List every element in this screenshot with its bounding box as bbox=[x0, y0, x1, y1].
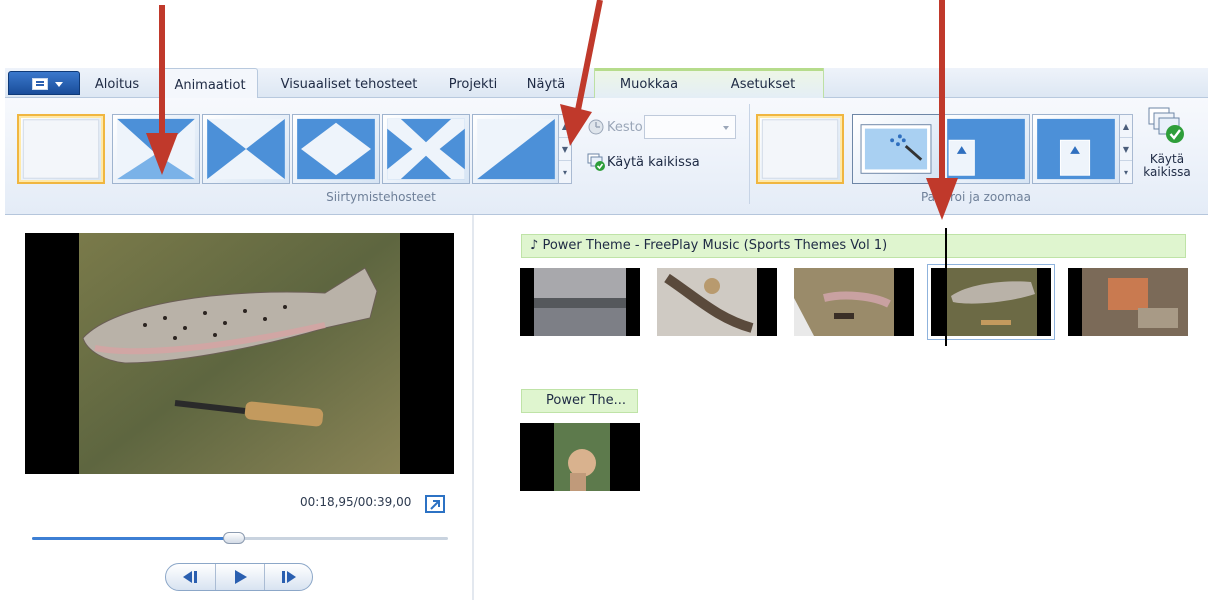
clip-3[interactable] bbox=[794, 268, 914, 336]
playback-time: 00:18,95/00:39,00 bbox=[300, 495, 412, 509]
clip-4-thumbnail bbox=[931, 268, 1051, 336]
application-menu-button[interactable] bbox=[8, 71, 80, 95]
transition-x-preview bbox=[387, 118, 465, 180]
clip-1-thumbnail bbox=[534, 268, 626, 336]
transitions-group-label: Siirtymistehosteet bbox=[326, 190, 436, 204]
storyboard: ♪ Power Theme - FreePlay Music (Sports T… bbox=[476, 215, 1209, 600]
app-menu-icon bbox=[32, 78, 48, 90]
clip-5[interactable] bbox=[1068, 268, 1188, 336]
seek-slider[interactable] bbox=[32, 532, 448, 544]
music-note-icon: ♪ bbox=[530, 238, 543, 253]
music-track-2[interactable]: Power The... bbox=[521, 389, 638, 413]
apply-all-panzoom-icon bbox=[1145, 106, 1185, 146]
seek-progress bbox=[32, 537, 235, 540]
tab-muokkaa[interactable]: Muokkaa bbox=[601, 68, 697, 98]
clip-4-selected[interactable] bbox=[927, 264, 1055, 340]
transition-none-preview bbox=[22, 119, 100, 179]
previous-frame-icon bbox=[183, 571, 197, 583]
play-button[interactable] bbox=[215, 564, 263, 590]
transport-controls bbox=[165, 563, 313, 591]
duration-combobox[interactable] bbox=[644, 115, 736, 139]
video-preview bbox=[25, 233, 454, 474]
next-frame-icon bbox=[282, 571, 296, 583]
transition-bowtie-tile[interactable] bbox=[202, 114, 290, 184]
clip-5-thumbnail bbox=[1068, 268, 1188, 336]
clip-2[interactable] bbox=[657, 268, 777, 336]
transition-none-tile[interactable] bbox=[17, 114, 105, 184]
music-track-2-label: Power The... bbox=[546, 393, 627, 408]
panzoom-gallery-scroll[interactable]: ▲ ▼ ▾ bbox=[1119, 114, 1133, 184]
apply-all-icon bbox=[587, 153, 605, 171]
playhead[interactable] bbox=[945, 228, 947, 346]
clip-3-thumbnail bbox=[794, 268, 914, 336]
previous-frame-button[interactable] bbox=[166, 564, 214, 590]
clip-1[interactable] bbox=[520, 268, 640, 336]
tab-projekti[interactable]: Projekti bbox=[441, 68, 505, 98]
gallery-expand-icon[interactable]: ▾ bbox=[1120, 161, 1132, 184]
tab-asetukset[interactable]: Asetukset bbox=[713, 68, 813, 98]
annotation-arrow-middle bbox=[552, 0, 612, 150]
music-track-1[interactable]: ♪ Power Theme - FreePlay Music (Sports T… bbox=[521, 234, 1186, 258]
transition-x-tile[interactable] bbox=[382, 114, 470, 184]
panzoom-zoom-preview bbox=[1037, 118, 1115, 180]
annotation-arrow-left bbox=[140, 5, 184, 180]
transition-diamond-tile[interactable] bbox=[292, 114, 380, 184]
seek-thumb[interactable] bbox=[223, 532, 246, 544]
apply-all-panzoom-button[interactable]: Käytä kaikissa bbox=[1135, 153, 1199, 179]
apply-all-transitions-button[interactable]: Käytä kaikissa bbox=[607, 155, 700, 170]
group-separator bbox=[749, 104, 750, 204]
annotation-arrow-right bbox=[920, 0, 964, 222]
scroll-down-icon[interactable]: ▼ bbox=[1120, 138, 1132, 161]
next-frame-button[interactable] bbox=[264, 564, 312, 590]
panzoom-none-preview bbox=[761, 119, 839, 179]
scroll-up-icon[interactable]: ▲ bbox=[1120, 115, 1132, 138]
play-icon bbox=[235, 570, 247, 584]
gallery-expand-icon[interactable]: ▾ bbox=[559, 161, 571, 184]
clip-6-thumbnail bbox=[520, 423, 640, 491]
transition-diagonal-tile[interactable] bbox=[472, 114, 560, 184]
panzoom-zoom-tile[interactable] bbox=[1032, 114, 1120, 184]
transition-diagonal-preview bbox=[477, 118, 555, 180]
music-track-1-label: Power Theme - FreePlay Music (Sports The… bbox=[542, 238, 888, 253]
clip-6[interactable] bbox=[520, 423, 640, 491]
transition-diamond-preview bbox=[297, 118, 375, 180]
chevron-down-icon bbox=[55, 82, 63, 87]
duration-label: Kesto: bbox=[607, 120, 648, 135]
movie-maker-window: Aloitus Animaatiot Visuaaliset tehosteet… bbox=[0, 0, 1209, 600]
clip-2-thumbnail bbox=[657, 268, 777, 336]
tab-visuaaliset-tehosteet[interactable]: Visuaaliset tehosteet bbox=[267, 68, 431, 98]
panzoom-none-tile[interactable] bbox=[756, 114, 844, 184]
preview-pane: 00:18,95/00:39,00 bbox=[0, 215, 474, 600]
apply-all-line2: kaikissa bbox=[1143, 165, 1191, 179]
transition-bowtie-preview bbox=[207, 118, 285, 180]
fullscreen-icon[interactable] bbox=[425, 495, 445, 513]
trout-photo bbox=[25, 233, 454, 474]
panzoom-group-label: Panoroi ja zoomaa bbox=[920, 190, 1032, 204]
